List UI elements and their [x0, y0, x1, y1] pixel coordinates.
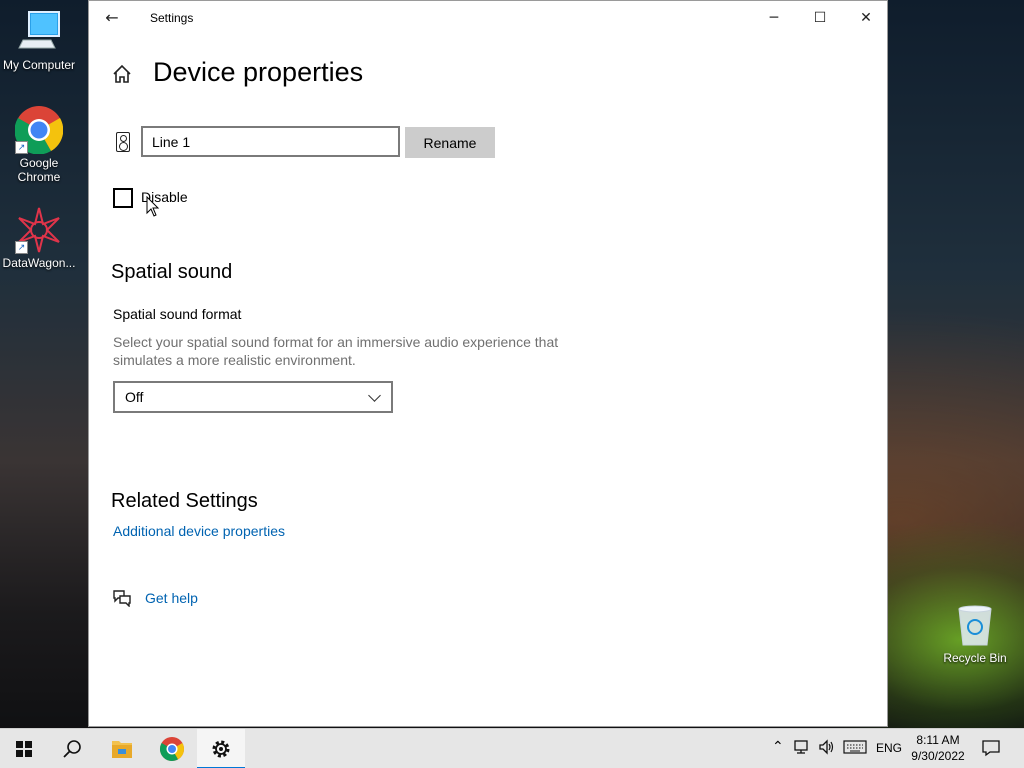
datawagon-icon: ↗	[15, 206, 63, 254]
desktop-icon-recycle-bin[interactable]: Recycle Bin	[940, 603, 1010, 665]
language-indicator[interactable]: ENG	[876, 741, 902, 755]
shortcut-arrow-icon: ↗	[15, 141, 28, 154]
taskbar-file-explorer[interactable]	[98, 729, 146, 768]
clock-date: 9/30/2022	[911, 749, 965, 763]
speaker-icon	[116, 132, 130, 152]
mouse-cursor-icon	[146, 196, 160, 217]
desktop-icon-label: Recycle Bin	[943, 651, 1007, 665]
spatial-format-label: Spatial sound format	[113, 306, 242, 322]
folder-icon	[112, 741, 132, 758]
computer-icon	[15, 8, 63, 56]
settings-window: ← Settings ─ ☐ ✕ Device properties Renam…	[88, 0, 888, 727]
chat-help-icon	[112, 589, 132, 608]
spatial-sound-heading: Spatial sound	[111, 261, 233, 283]
taskbar: ⌃ ENG 8:11 AM 9/30/2022	[0, 728, 1024, 768]
desktop-icon-label: Google Chrome	[17, 156, 61, 184]
get-help-link[interactable]: Get help	[145, 590, 198, 606]
gear-icon	[212, 740, 230, 758]
dropdown-selected-value: Off	[125, 389, 144, 405]
close-button[interactable]: ✕	[843, 1, 889, 35]
search-button[interactable]	[48, 729, 96, 768]
clock-time: 8:11 AM	[916, 733, 960, 747]
shortcut-arrow-icon: ↗	[15, 241, 28, 254]
windows-logo-icon	[16, 741, 32, 757]
additional-device-properties-link[interactable]: Additional device properties	[113, 523, 285, 539]
minimize-button[interactable]: ─	[751, 1, 797, 35]
desktop-icon-label: DataWagon...	[2, 256, 76, 270]
rename-button[interactable]: Rename	[405, 127, 495, 158]
maximize-button[interactable]: ☐	[797, 1, 843, 35]
taskbar-chrome[interactable]	[148, 729, 196, 768]
desktop-icon-label: My Computer	[2, 58, 76, 72]
chrome-icon	[159, 737, 185, 762]
system-clock[interactable]: 8:11 AM 9/30/2022	[904, 732, 972, 764]
related-settings-heading: Related Settings	[111, 490, 258, 512]
show-hidden-icons-chevron-up-icon[interactable]: ⌃	[772, 738, 784, 755]
recycle-bin-icon	[955, 603, 995, 647]
desktop-icon-datawagon[interactable]: ↗ DataWagon...	[0, 206, 78, 270]
action-center-icon[interactable]	[982, 739, 1000, 760]
window-title: Settings	[150, 11, 194, 25]
taskbar-settings[interactable]	[197, 729, 245, 768]
chrome-icon: ↗	[14, 106, 64, 155]
device-name-input[interactable]	[141, 126, 400, 157]
page-title: Device properties	[153, 57, 364, 87]
volume-icon[interactable]	[818, 739, 836, 758]
network-icon[interactable]	[794, 739, 812, 758]
home-icon[interactable]	[111, 63, 133, 85]
desktop-icon-google-chrome[interactable]: ↗ Google Chrome	[0, 106, 78, 184]
disable-checkbox[interactable]	[113, 188, 133, 208]
desktop-icon-my-computer[interactable]: My Computer	[0, 8, 78, 72]
spatial-format-dropdown[interactable]: Off	[113, 381, 393, 413]
spatial-format-description: Select your spatial sound format for an …	[113, 334, 559, 368]
keyboard-icon[interactable]	[843, 740, 867, 757]
back-button[interactable]: ←	[99, 7, 125, 29]
start-button[interactable]	[0, 729, 48, 768]
search-icon	[63, 740, 81, 758]
title-bar[interactable]: ← Settings ─ ☐ ✕	[89, 1, 887, 35]
chevron-down-icon	[368, 389, 381, 402]
